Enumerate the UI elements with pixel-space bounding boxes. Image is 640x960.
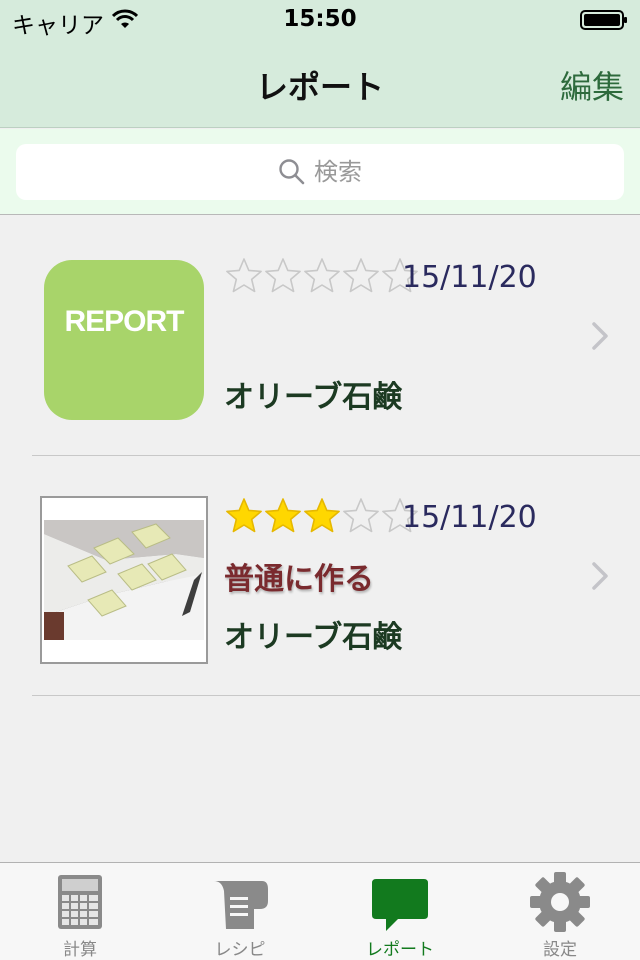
star-empty-icon bbox=[226, 258, 262, 293]
tab-recipe[interactable]: レシピ bbox=[160, 863, 320, 960]
report-date: 15/11/20 bbox=[402, 260, 537, 295]
tab-label: 設定 bbox=[543, 940, 577, 960]
row-divider bbox=[32, 695, 640, 696]
report-date: 15/11/20 bbox=[402, 500, 537, 535]
thumbnail-label: REPORT bbox=[64, 305, 184, 338]
star-filled-icon bbox=[226, 498, 262, 533]
navigation-header: キャリア 15:50 レポート 編集 bbox=[0, 0, 640, 128]
search-icon bbox=[279, 159, 305, 185]
tab-report[interactable]: レポート bbox=[320, 863, 480, 960]
search-placeholder: 検索 bbox=[314, 158, 362, 186]
calculator-icon bbox=[58, 875, 102, 929]
star-filled-icon bbox=[265, 498, 301, 533]
star-empty-icon bbox=[343, 258, 379, 293]
search-input[interactable]: 検索 bbox=[16, 144, 624, 200]
star-empty-icon bbox=[343, 498, 379, 533]
report-row[interactable]: 15/11/20 普通に作る オリーブ石鹸 bbox=[0, 456, 640, 696]
tab-label: レポート bbox=[366, 940, 434, 960]
star-empty-icon bbox=[304, 258, 340, 293]
page-title: レポート bbox=[255, 68, 384, 106]
star-filled-icon bbox=[304, 498, 340, 533]
gear-icon bbox=[530, 872, 590, 932]
tab-label: 計算 bbox=[63, 940, 97, 960]
status-time: 15:50 bbox=[283, 6, 357, 32]
status-bar: キャリア 15:50 bbox=[0, 0, 640, 40]
tab-calculate[interactable]: 計算 bbox=[0, 863, 160, 960]
chevron-right-icon bbox=[592, 562, 608, 590]
search-content: 検索 bbox=[16, 144, 624, 200]
soap-photo-thumbnail bbox=[40, 496, 208, 664]
tab-bar: 計算 レシピ レポート 設定 bbox=[0, 862, 640, 960]
chevron-right-icon bbox=[592, 322, 608, 350]
edit-button[interactable]: 編集 bbox=[560, 62, 624, 108]
tab-settings[interactable]: 設定 bbox=[480, 863, 640, 960]
recipe-icon bbox=[214, 881, 268, 929]
report-title: オリーブ石鹸 bbox=[224, 620, 403, 655]
battery-icon bbox=[580, 10, 627, 30]
report-subtitle: 普通に作る bbox=[224, 562, 374, 597]
report-title: オリーブ石鹸 bbox=[224, 380, 403, 415]
star-empty-icon bbox=[265, 258, 301, 293]
screen: キャリア 15:50 レポート 編集 検索 REPORT 15/11/20 オリ… bbox=[0, 0, 640, 960]
report-list: REPORT 15/11/20 オリーブ石鹸 15/11/20 普通に作る オリ… bbox=[0, 216, 640, 696]
report-row[interactable]: REPORT 15/11/20 オリーブ石鹸 bbox=[0, 216, 640, 456]
tab-label: レシピ bbox=[214, 940, 266, 960]
report-placeholder-thumbnail: REPORT bbox=[44, 260, 204, 420]
search-bar: 検索 bbox=[0, 129, 640, 215]
speech-bubble-icon bbox=[372, 879, 428, 931]
soap-photo-image bbox=[44, 520, 204, 640]
